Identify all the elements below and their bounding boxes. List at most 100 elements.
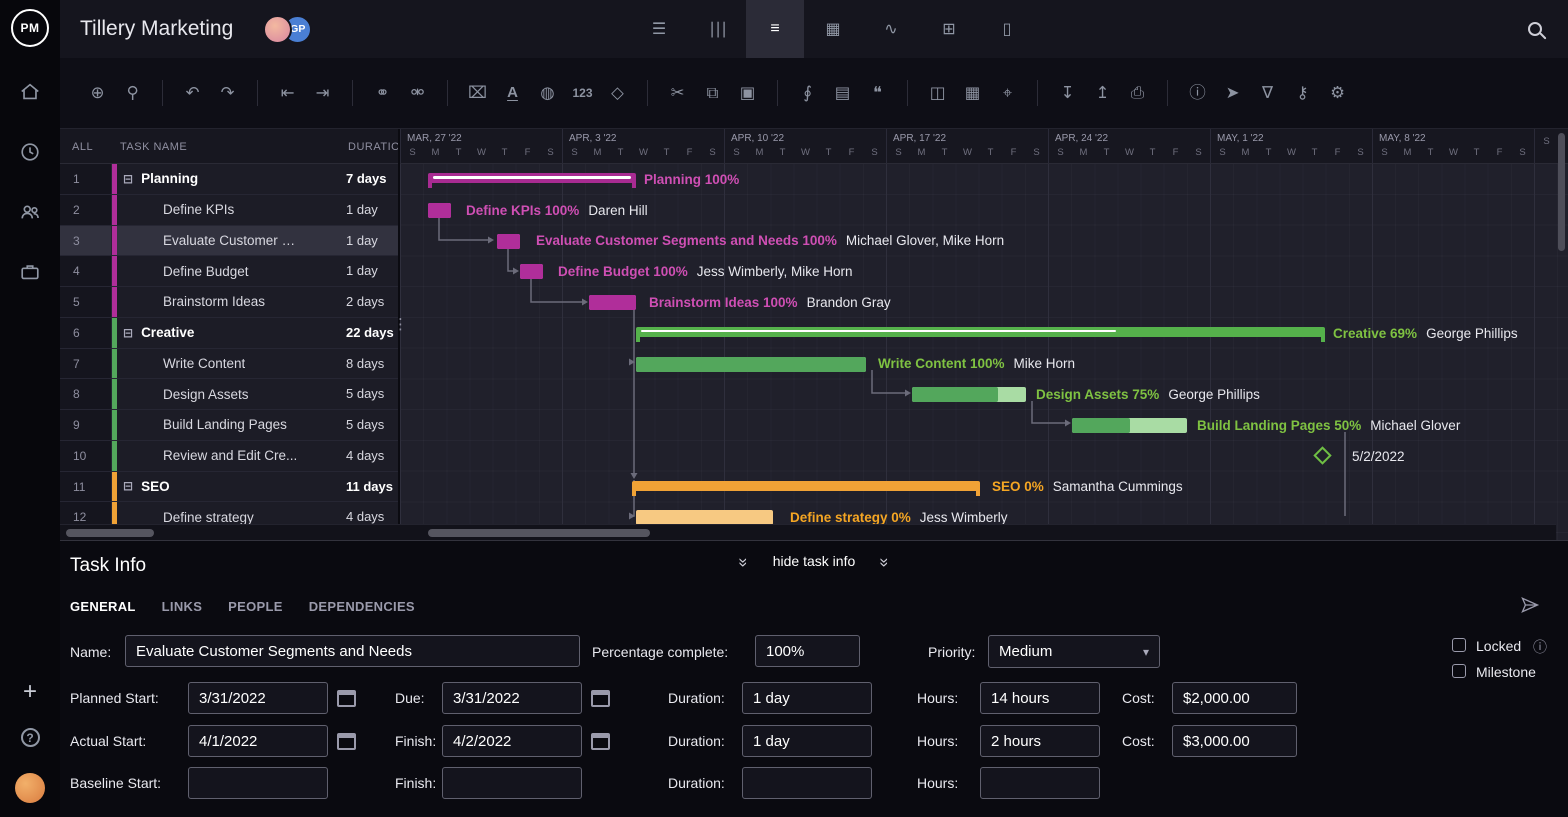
import-icon[interactable]: ↧ <box>1050 76 1085 110</box>
task-bar[interactable] <box>912 387 1026 402</box>
number-format-icon[interactable]: 123 <box>565 76 600 110</box>
app-logo[interactable]: PM <box>11 9 49 47</box>
tab-people[interactable]: PEOPLE <box>228 599 283 614</box>
link-tasks-icon[interactable]: ⚭ <box>365 76 400 110</box>
outdent-icon[interactable]: ⇤ <box>270 76 305 110</box>
sheet-view-icon[interactable]: ▦ <box>804 0 862 58</box>
table-row[interactable]: 11⊟SEO11 days <box>60 472 398 503</box>
milestone-checkbox[interactable] <box>1452 664 1466 678</box>
summary-bar[interactable] <box>428 173 636 183</box>
milestone-diamond[interactable] <box>1313 446 1331 464</box>
vertical-scroll-thumb[interactable] <box>1558 133 1565 251</box>
zoom-icon[interactable]: ⌖ <box>990 76 1025 110</box>
columns-icon[interactable]: ◫ <box>920 76 955 110</box>
info-icon[interactable]: ⓘ <box>1533 637 1547 657</box>
attachment-icon[interactable]: ∮ <box>790 76 825 110</box>
task-bar[interactable] <box>589 295 636 310</box>
actual-start-input[interactable] <box>188 725 328 757</box>
actual-duration-input[interactable] <box>742 725 872 757</box>
task-bar[interactable] <box>497 234 520 249</box>
settings-icon[interactable]: ⚙ <box>1320 76 1355 110</box>
table-row[interactable]: 9Build Landing Pages5 days <box>60 410 398 441</box>
percentage-complete-input[interactable] <box>755 635 860 667</box>
help-icon[interactable]: ? <box>21 728 40 747</box>
grid-icon[interactable]: ▦ <box>955 76 990 110</box>
gantt-scroll-thumb[interactable] <box>428 529 650 537</box>
table-scroll-thumb[interactable] <box>66 529 154 537</box>
planned-start-input[interactable] <box>188 682 328 714</box>
task-bar[interactable] <box>636 357 866 372</box>
column-task-name[interactable]: TASK NAME <box>112 129 346 163</box>
indent-icon[interactable]: ⇥ <box>305 76 340 110</box>
task-bar[interactable] <box>428 203 451 218</box>
avatar-group[interactable]: GP <box>263 15 312 44</box>
summary-bar[interactable] <box>632 481 980 491</box>
priority-select[interactable]: Medium ▾ <box>988 635 1160 668</box>
planned-cost-input[interactable] <box>1172 682 1297 714</box>
portfolio-icon[interactable] <box>19 261 41 283</box>
task-name-input[interactable] <box>125 635 580 667</box>
actual-cost-input[interactable] <box>1172 725 1297 757</box>
baseline-hours-input[interactable] <box>980 767 1100 799</box>
locked-checkbox[interactable] <box>1452 638 1466 652</box>
table-row[interactable]: 1⊟Planning7 days <box>60 164 398 195</box>
collapse-icon[interactable]: ⊟ <box>123 326 133 340</box>
user-avatar[interactable] <box>15 773 45 803</box>
actual-hours-input[interactable] <box>980 725 1100 757</box>
summary-bar[interactable] <box>636 327 1325 337</box>
baseline-finish-input[interactable] <box>442 767 582 799</box>
due-input[interactable] <box>442 682 582 714</box>
pane-splitter[interactable]: ⋮ <box>393 315 408 333</box>
comment-icon[interactable]: ❝ <box>860 76 895 110</box>
clock-icon[interactable] <box>19 141 41 163</box>
filter-icon[interactable]: ∇ <box>1250 76 1285 110</box>
avatar[interactable] <box>263 15 292 44</box>
add-icon[interactable]: + <box>23 682 37 702</box>
tab-general[interactable]: GENERAL <box>70 599 136 614</box>
search-icon[interactable] <box>1528 22 1542 36</box>
export-icon[interactable]: ↥ <box>1085 76 1120 110</box>
list-view-icon[interactable]: ☰ <box>630 0 688 58</box>
table-row[interactable]: 3Evaluate Customer Segments and Needs1 d… <box>60 226 398 257</box>
calendar-icon[interactable] <box>591 733 610 750</box>
actual-finish-input[interactable] <box>442 725 582 757</box>
font-color-icon[interactable]: A <box>495 76 530 110</box>
unlink-tasks-icon[interactable]: ⚮ <box>400 76 435 110</box>
home-icon[interactable] <box>19 81 41 103</box>
task-bar[interactable] <box>1072 418 1187 433</box>
planned-hours-input[interactable] <box>980 682 1100 714</box>
copy-icon[interactable]: ⧉ <box>695 76 730 110</box>
notes-icon[interactable]: ▤ <box>825 76 860 110</box>
gantt-view-icon[interactable]: ≡ <box>746 0 804 58</box>
table-row[interactable]: 6⊟Creative22 days <box>60 318 398 349</box>
assign-people-icon[interactable]: ⚲ <box>115 76 150 110</box>
cut-icon[interactable]: ✂ <box>660 76 695 110</box>
add-task-icon[interactable]: ⊕ <box>80 76 115 110</box>
milestone-icon[interactable]: ◇ <box>600 76 635 110</box>
calendar-icon[interactable] <box>337 690 356 707</box>
table-row[interactable]: 10Review and Edit Cre...4 days <box>60 441 398 472</box>
undo-icon[interactable]: ↶ <box>175 76 210 110</box>
table-row[interactable]: 7Write Content8 days <box>60 349 398 380</box>
fill-color-icon[interactable]: ◍ <box>530 76 565 110</box>
tab-links[interactable]: LINKS <box>162 599 203 614</box>
column-duration[interactable]: DURATION <box>346 129 398 163</box>
paste-icon[interactable]: ▣ <box>730 76 765 110</box>
delete-icon[interactable]: ⌧ <box>460 76 495 110</box>
task-bar[interactable] <box>636 510 773 525</box>
people-icon[interactable] <box>19 201 41 223</box>
share-icon[interactable]: ➤ <box>1215 76 1250 110</box>
collapse-icon[interactable]: ⊟ <box>123 172 133 186</box>
send-icon[interactable] <box>1520 595 1540 620</box>
baseline-start-input[interactable] <box>188 767 328 799</box>
collapse-icon[interactable]: ⊟ <box>123 479 133 493</box>
docs-view-icon[interactable]: ▯ <box>978 0 1036 58</box>
lock-icon[interactable]: ⚷ <box>1285 76 1320 110</box>
table-row[interactable]: 4Define Budget1 day <box>60 256 398 287</box>
calendar-icon[interactable] <box>591 690 610 707</box>
redo-icon[interactable]: ↷ <box>210 76 245 110</box>
calendar-icon[interactable] <box>337 733 356 750</box>
tab-dependencies[interactable]: DEPENDENCIES <box>309 599 415 614</box>
task-bar[interactable] <box>520 264 543 279</box>
column-all[interactable]: ALL <box>60 129 112 163</box>
